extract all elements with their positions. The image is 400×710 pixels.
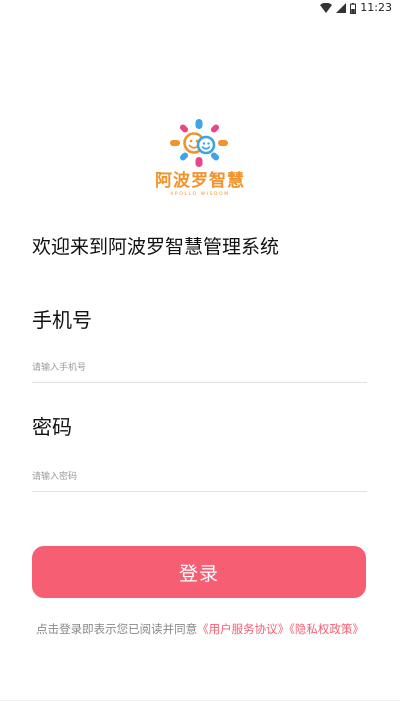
password-label: 密码 (32, 415, 72, 439)
agreement-prefix: 点击登录即表示您已阅读并同意 (36, 622, 198, 636)
password-input[interactable] (32, 462, 367, 492)
welcome-heading: 欢迎来到阿波罗智慧管理系统 (32, 236, 280, 258)
divider (0, 700, 400, 701)
status-icons: 11:23 (320, 2, 392, 14)
battery-icon (350, 2, 357, 14)
brand-subtitle: APOLLO WISDOM (170, 192, 230, 197)
phone-input[interactable] (32, 353, 367, 383)
signal-icon (336, 3, 347, 13)
agreement-notice: 点击登录即表示您已阅读并同意《用户服务协议》《隐私权政策》 (0, 620, 400, 638)
user-agreement-link[interactable]: 《用户服务协议》 (197, 622, 289, 636)
brand-logo: 阿波罗智慧 APOLLO WISDOM (150, 116, 250, 202)
login-button[interactable]: 登录 (32, 546, 366, 598)
phone-label: 手机号 (32, 308, 92, 332)
status-time: 11:23 (360, 1, 392, 14)
brand-name: 阿波罗智慧 (155, 171, 245, 191)
privacy-policy-link[interactable]: 《隐私权政策》 (289, 622, 364, 636)
sun-face-logo-icon (170, 119, 228, 167)
status-bar: 11:23 (0, 0, 400, 16)
wifi-icon (320, 3, 333, 13)
